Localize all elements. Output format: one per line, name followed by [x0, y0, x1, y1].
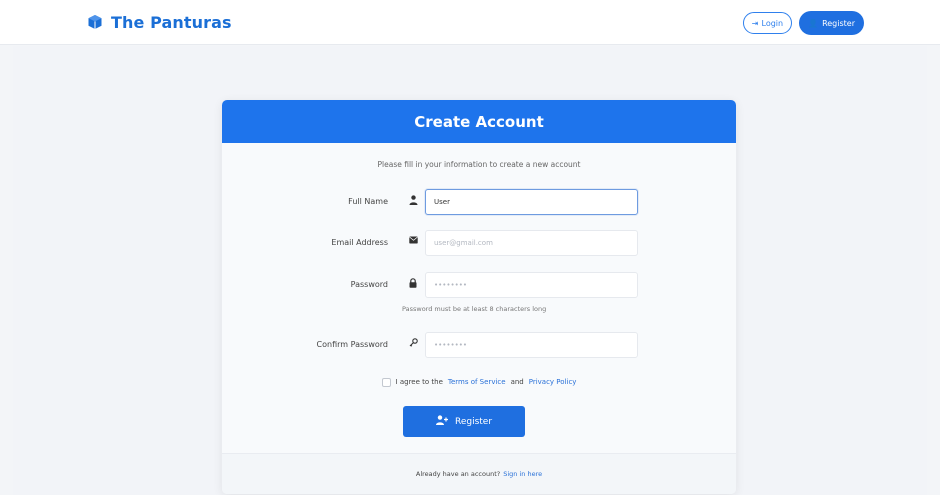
lock-icon: [408, 278, 418, 290]
register-button-label: Register: [454, 416, 493, 427]
sign-in-link[interactable]: Sign in here: [503, 470, 542, 478]
footer-prefix: Already have an account?: [415, 470, 501, 478]
cube-icon: [88, 15, 102, 29]
card-subtitle: Please fill in your information to creat…: [377, 160, 581, 169]
password-label: Password: [350, 280, 388, 289]
brand[interactable]: The Panturas: [87, 12, 232, 32]
email-label: Email Address: [331, 238, 388, 247]
register-nav-label: Register: [822, 18, 855, 28]
password-input[interactable]: [425, 272, 638, 298]
terms-checkbox[interactable]: [381, 377, 391, 387]
envelope-icon: [408, 236, 418, 248]
nav-actions: ⇥ Login 👤 Register: [742, 11, 864, 35]
create-account-card: Create Account Please fill in your infor…: [222, 100, 736, 494]
user-plus-icon: 👤: [808, 18, 819, 28]
card-header: Create Account: [222, 100, 736, 143]
user-icon: [408, 195, 418, 207]
password-row: Password: [222, 272, 736, 298]
register-button[interactable]: Register: [403, 406, 525, 437]
confirm-password-row: Confirm Password: [222, 332, 736, 358]
login-button-label: Login: [761, 18, 784, 28]
agree-and: and: [510, 378, 524, 386]
card-footer: Already have an account? Sign in here: [222, 453, 736, 494]
key-icon: [408, 338, 418, 350]
full-name-row: Full Name: [222, 189, 736, 215]
full-name-label: Full Name: [348, 197, 388, 206]
confirm-password-input[interactable]: [425, 332, 638, 358]
terms-link[interactable]: Terms of Service: [448, 378, 506, 386]
terms-agreement: I agree to the Terms of Service and Priv…: [222, 375, 736, 389]
register-nav-button[interactable]: 👤 Register: [799, 11, 864, 35]
confirm-password-label: Confirm Password: [316, 340, 388, 349]
email-row: Email Address: [222, 230, 736, 256]
login-button[interactable]: ⇥ Login: [742, 12, 793, 34]
brand-name: The Panturas: [111, 12, 232, 32]
user-plus-icon: [435, 415, 448, 428]
top-navbar: The Panturas ⇥ Login 👤 Register: [0, 0, 940, 45]
full-name-input[interactable]: [425, 189, 638, 215]
password-hint: Password must be at least 8 characters l…: [402, 305, 547, 313]
email-input[interactable]: [425, 230, 638, 256]
sign-in-icon: ⇥: [751, 18, 759, 28]
card-title: Create Account: [414, 112, 544, 131]
privacy-link[interactable]: Privacy Policy: [529, 378, 577, 386]
agree-prefix: I agree to the: [395, 378, 443, 386]
